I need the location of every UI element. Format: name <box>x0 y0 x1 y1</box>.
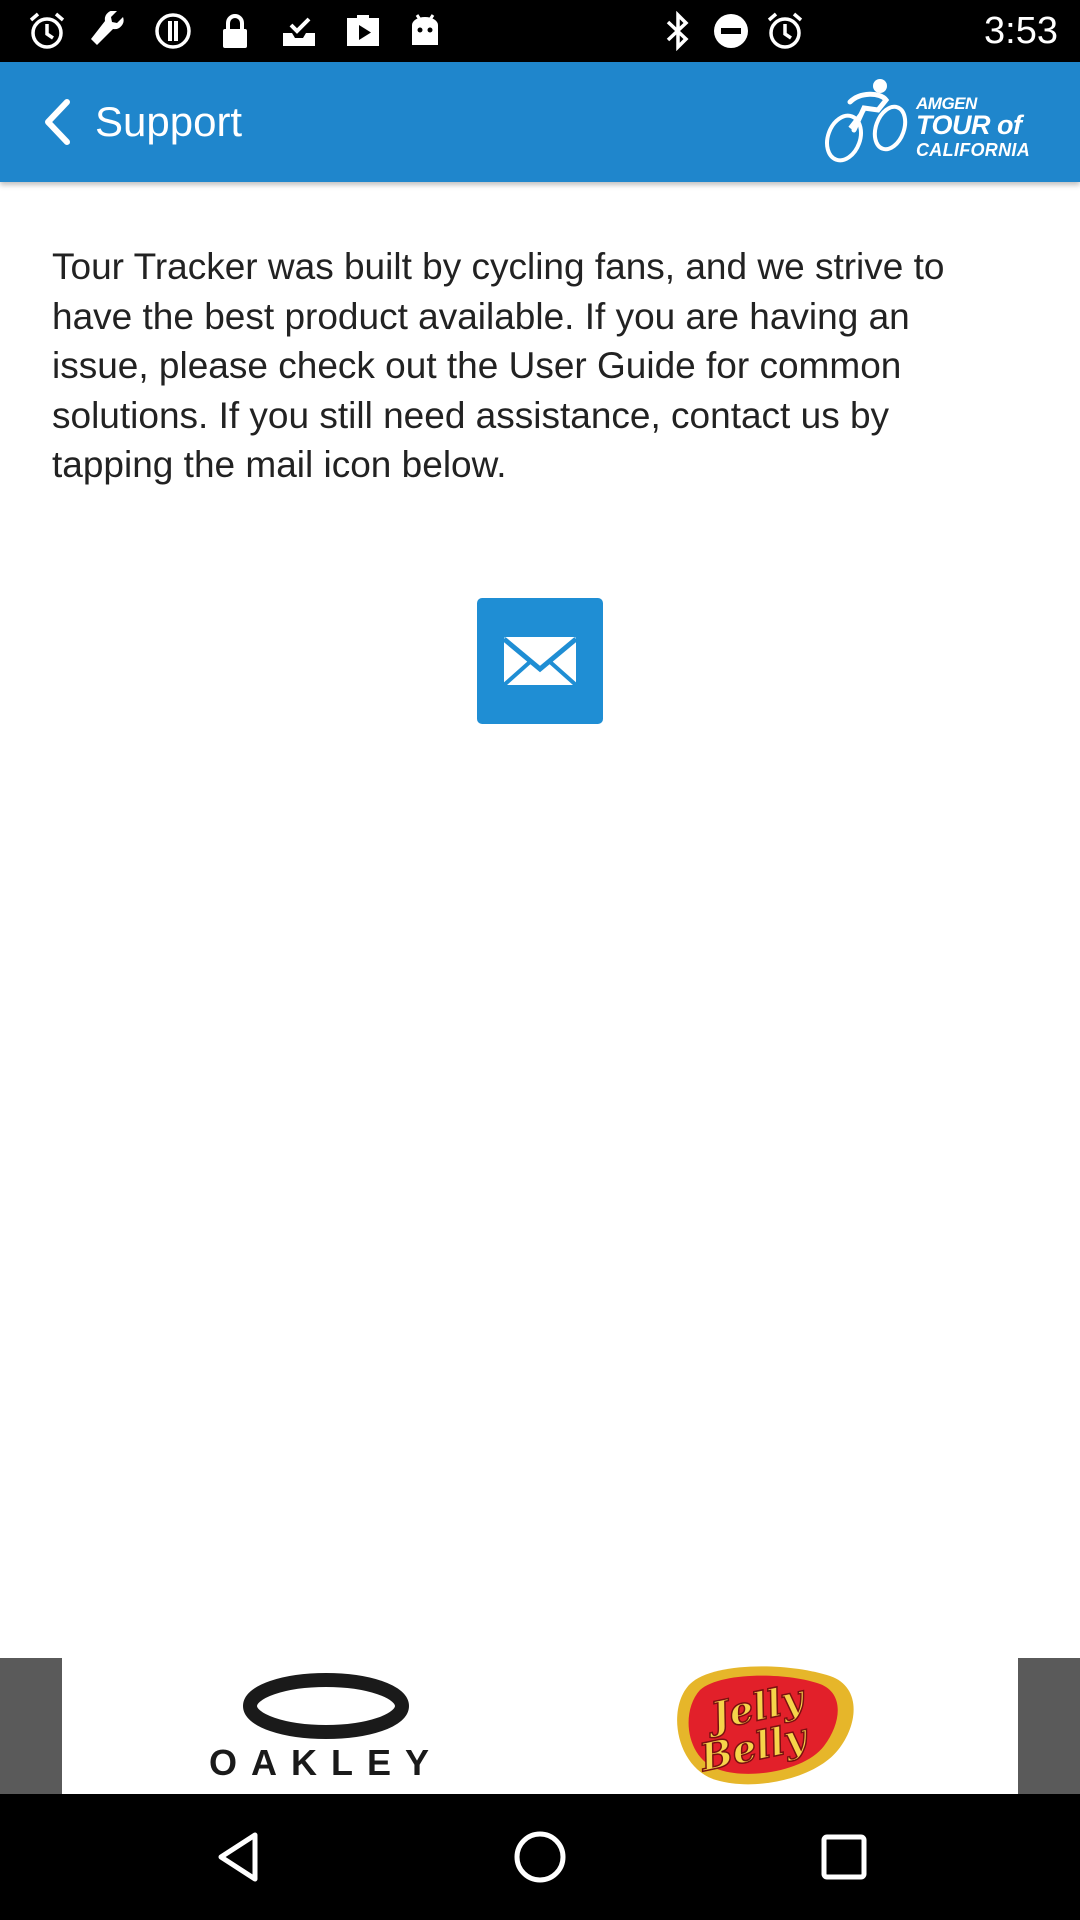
banner-right-edge <box>1018 1658 1080 1794</box>
back-button[interactable] <box>18 82 98 162</box>
inbox-icon <box>276 10 322 52</box>
nav-recents-button[interactable] <box>804 1817 884 1897</box>
info-icon <box>150 10 196 52</box>
jelly-belly-ad[interactable]: Jelly Belly <box>660 1662 856 1790</box>
bluetooth-icon <box>656 10 700 52</box>
play-store-icon <box>340 10 386 52</box>
status-clock: 3:53 <box>984 10 1058 52</box>
nav-back-button[interactable] <box>198 1817 278 1897</box>
cyclist-icon <box>825 79 908 163</box>
navigation-bar <box>0 1794 1080 1920</box>
jelly-belly-logo: Jelly Belly <box>677 1666 854 1785</box>
chevron-left-icon <box>45 99 70 145</box>
tour-of-california-logo: AMGEN TOUR of CALIFORNIA <box>822 76 1042 168</box>
status-bar: 3:53 <box>0 0 1080 62</box>
oakley-ellipse-logo <box>243 1673 409 1739</box>
lock-icon <box>212 10 258 52</box>
sponsor-banner[interactable]: OAKLEY Jelly Belly <box>0 1658 1080 1794</box>
alarm-icon <box>762 10 808 52</box>
android-icon <box>402 10 448 52</box>
mail-icon <box>502 637 578 687</box>
home-circle-icon <box>514 1831 566 1883</box>
recents-square-icon <box>821 1834 867 1880</box>
oakley-wordmark: OAKLEY <box>208 1742 443 1783</box>
back-triangle-icon <box>218 1832 258 1882</box>
wrench-icon <box>86 10 132 52</box>
logo-line-2: TOUR of <box>916 110 1022 140</box>
support-description: Tour Tracker was built by cycling fans, … <box>52 246 945 486</box>
nav-home-button[interactable] <box>500 1817 580 1897</box>
do-not-disturb-icon <box>708 10 754 52</box>
logo-line-3: CALIFORNIA <box>916 140 1030 160</box>
banner-left-edge <box>0 1658 62 1794</box>
app-bar: Support AMGEN TOUR of CALIFORNIA <box>0 62 1080 182</box>
alarm-icon <box>24 10 70 52</box>
page-title: Support <box>95 98 243 145</box>
oakley-ad[interactable]: OAKLEY <box>190 1672 462 1784</box>
mail-button[interactable] <box>477 598 603 724</box>
